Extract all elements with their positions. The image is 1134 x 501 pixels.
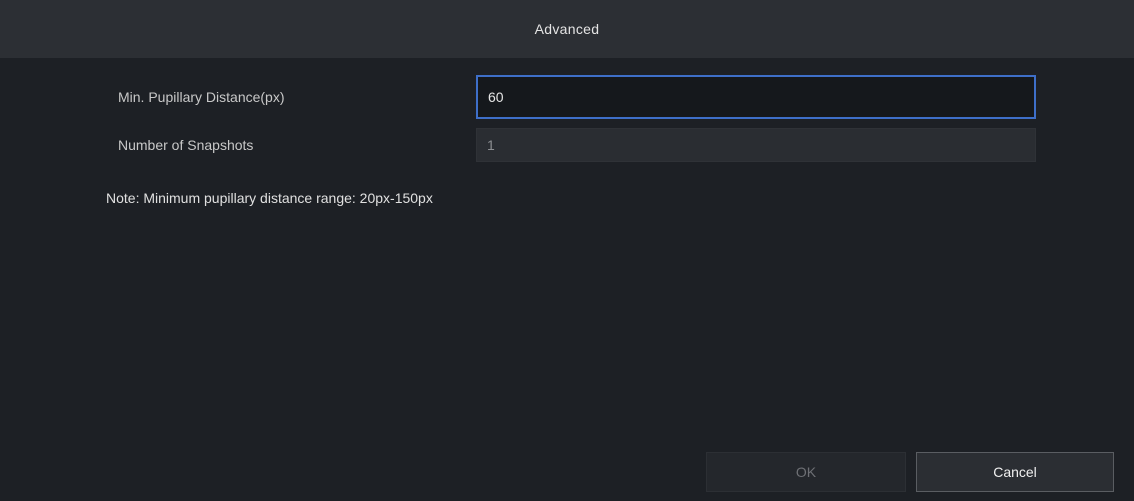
snapshots-label: Number of Snapshots: [118, 137, 254, 153]
dialog-title: Advanced: [534, 21, 600, 37]
dialog-titlebar: Advanced: [0, 0, 1134, 58]
snapshots-input[interactable]: [476, 128, 1036, 162]
min-pupillary-label: Min. Pupillary Distance(px): [118, 89, 285, 105]
ok-button[interactable]: OK: [706, 452, 906, 492]
cancel-button[interactable]: Cancel: [916, 452, 1114, 492]
min-pupillary-input[interactable]: [476, 75, 1036, 119]
pupillary-range-note: Note: Minimum pupillary distance range: …: [106, 190, 433, 206]
advanced-dialog: Advanced Min. Pupillary Distance(px) Num…: [0, 0, 1134, 501]
